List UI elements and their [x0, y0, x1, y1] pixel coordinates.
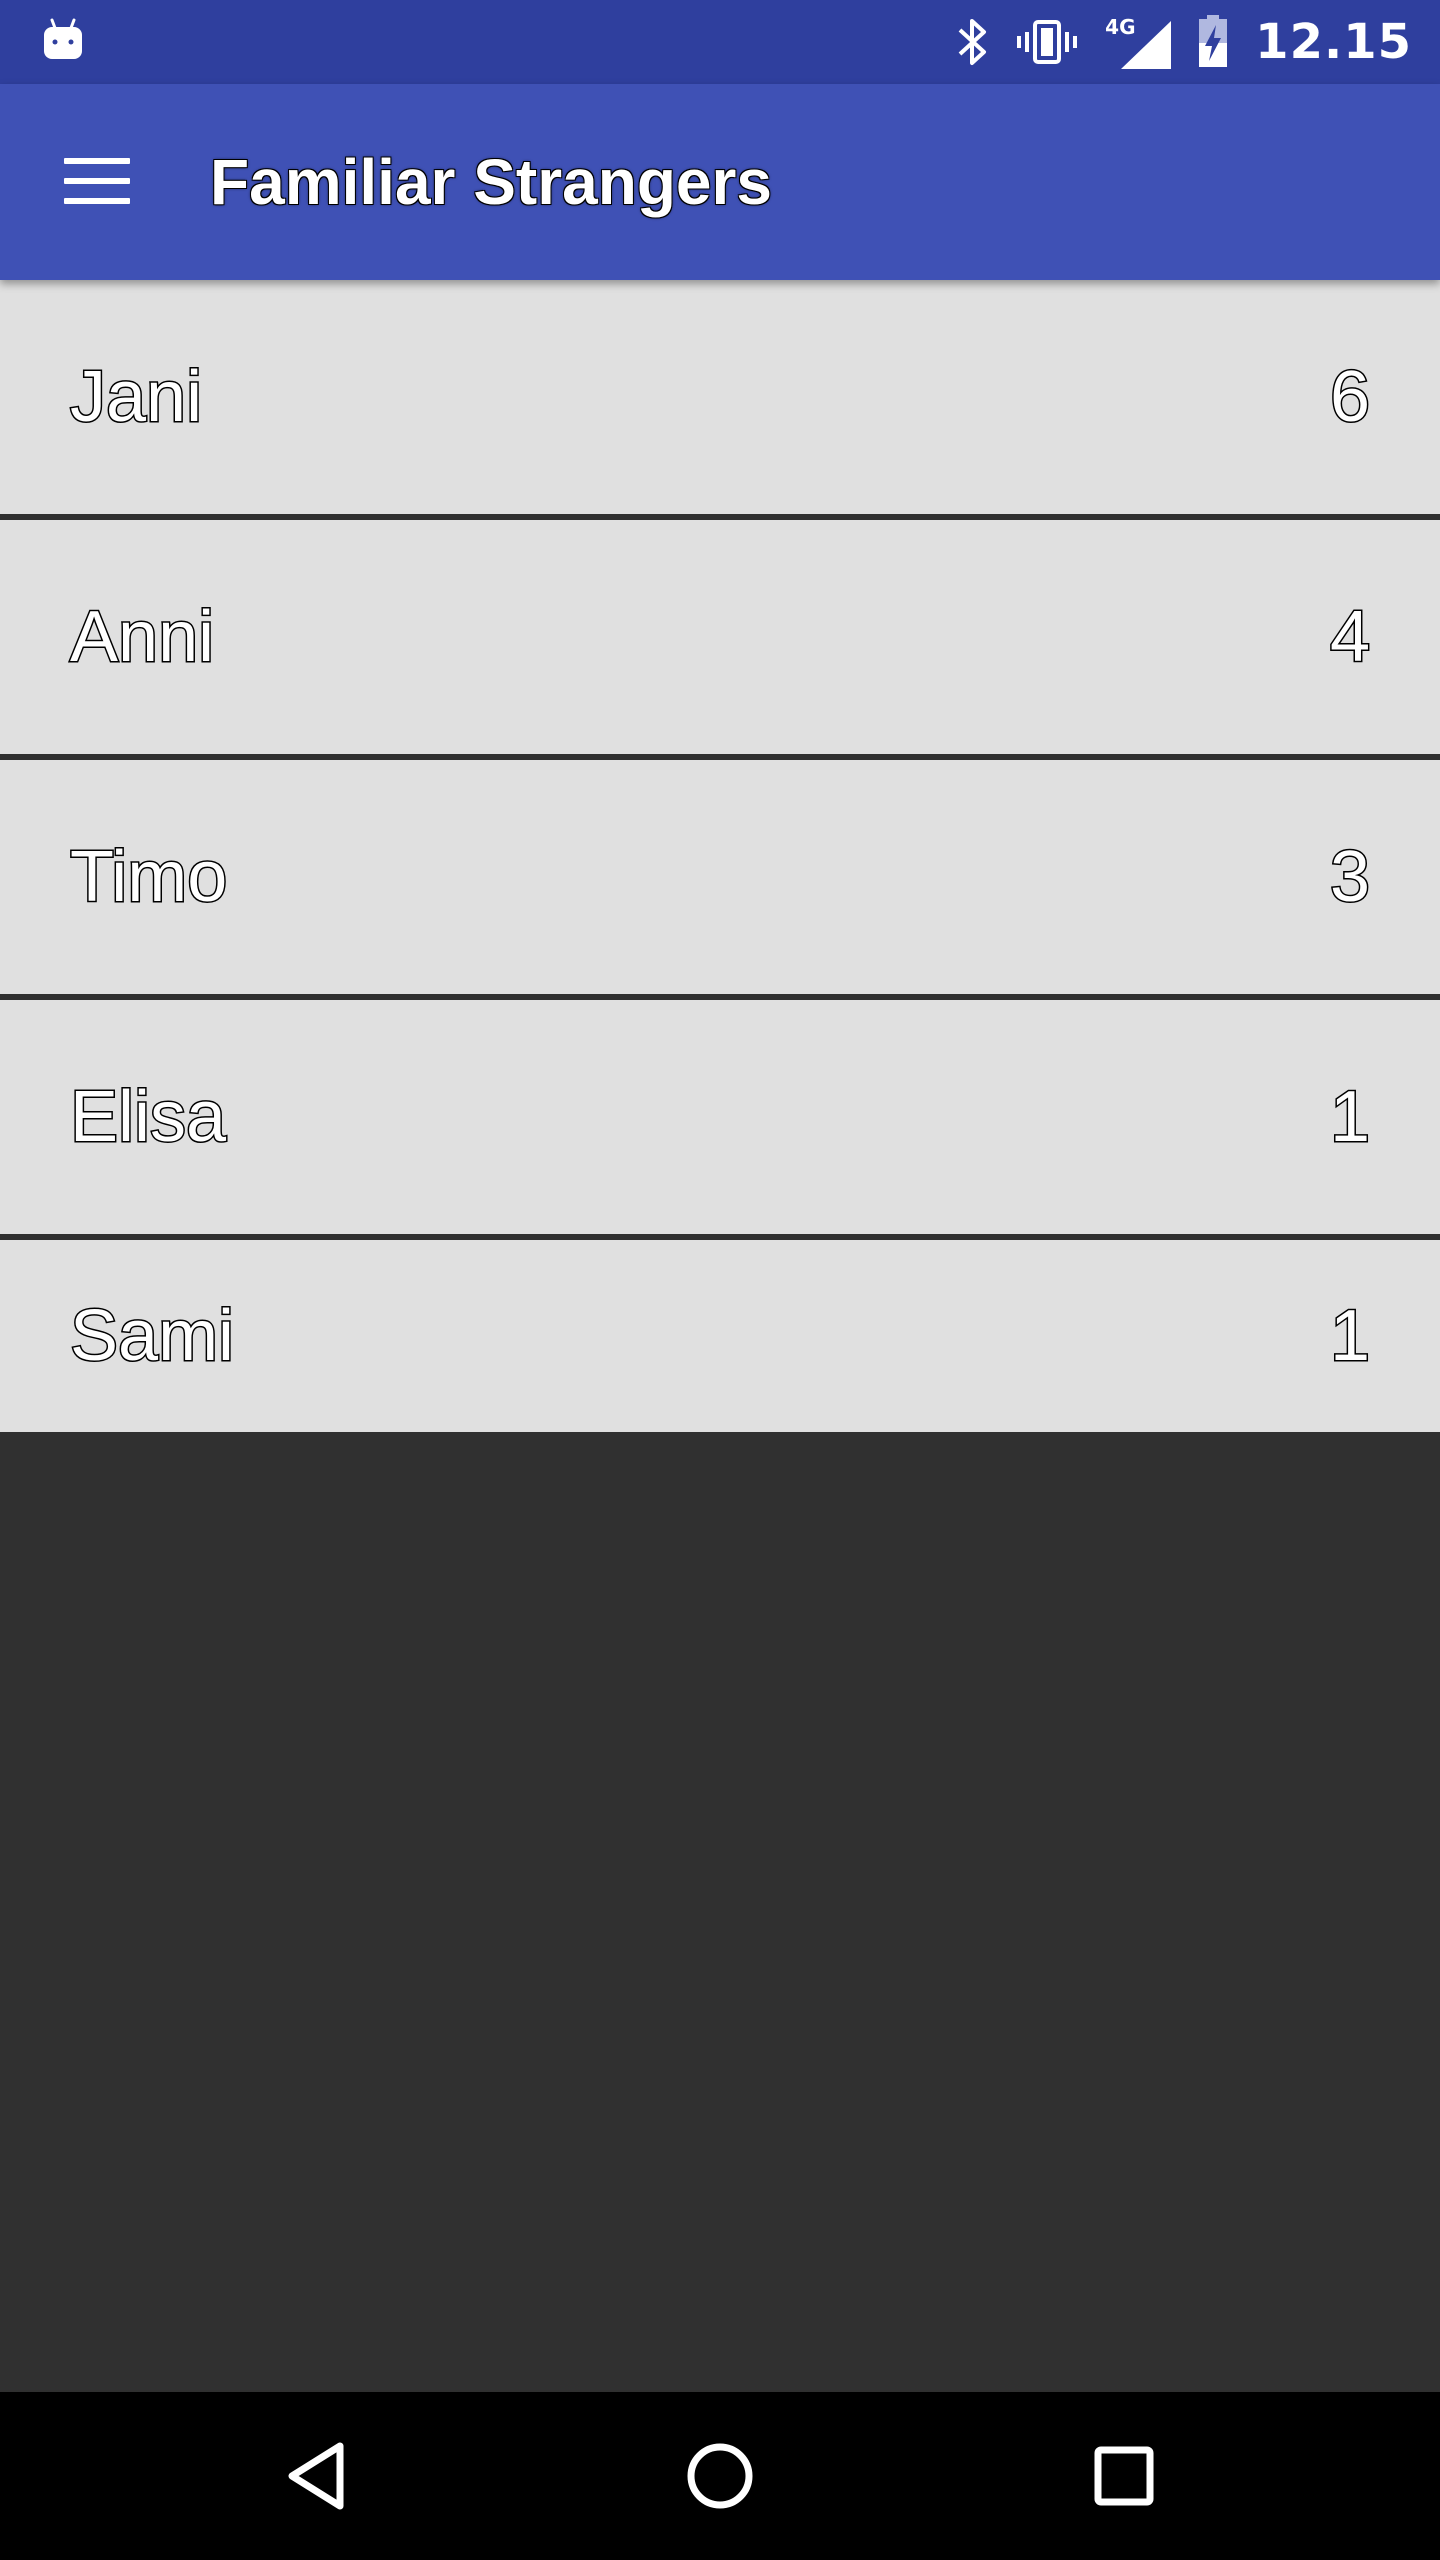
list-item-count: 4 [1328, 596, 1371, 679]
back-button[interactable] [236, 2392, 396, 2560]
recents-icon [1094, 2446, 1154, 2506]
status-time: 12.15 [1255, 14, 1412, 70]
list-item[interactable]: Elisa 1 [0, 1000, 1440, 1240]
home-icon [687, 2443, 753, 2509]
android-robot-icon [44, 18, 82, 59]
list-item[interactable]: Timo 3 [0, 760, 1440, 1000]
list-item-name: Elisa [68, 1076, 227, 1159]
list-item-name: Anni [68, 596, 215, 679]
hamburger-menu-icon[interactable] [64, 156, 132, 208]
signal-icon: 4G [1105, 15, 1172, 69]
list-item-name: Sami [68, 1295, 235, 1378]
list-item-count: 1 [1328, 1295, 1371, 1378]
list-item[interactable]: Anni 4 [0, 520, 1440, 760]
system-nav-bar [0, 2392, 1440, 2560]
list-item[interactable]: Sami 1 [0, 1240, 1440, 1432]
list-item-count: 3 [1328, 836, 1371, 919]
app-bar: Familiar Strangers [0, 84, 1440, 280]
list-item-count: 6 [1328, 356, 1371, 439]
list-item-name: Timo [68, 836, 228, 919]
back-icon [288, 2442, 344, 2510]
status-bar: 4G 12.15 [0, 0, 1440, 84]
list-item[interactable]: Jani 6 [0, 280, 1440, 520]
bluetooth-icon [958, 19, 987, 65]
list-item-name: Jani [68, 356, 203, 439]
list-item-count: 1 [1328, 1076, 1371, 1159]
page-title: Familiar Strangers [210, 146, 772, 218]
recents-button[interactable] [1044, 2392, 1204, 2560]
vibrate-icon [1017, 20, 1078, 64]
battery-charging-icon [1199, 15, 1228, 67]
strangers-list: Jani 6 Anni 4 Timo 3 Elisa 1 Sami 1 [0, 280, 1440, 1432]
home-button[interactable] [640, 2392, 800, 2560]
